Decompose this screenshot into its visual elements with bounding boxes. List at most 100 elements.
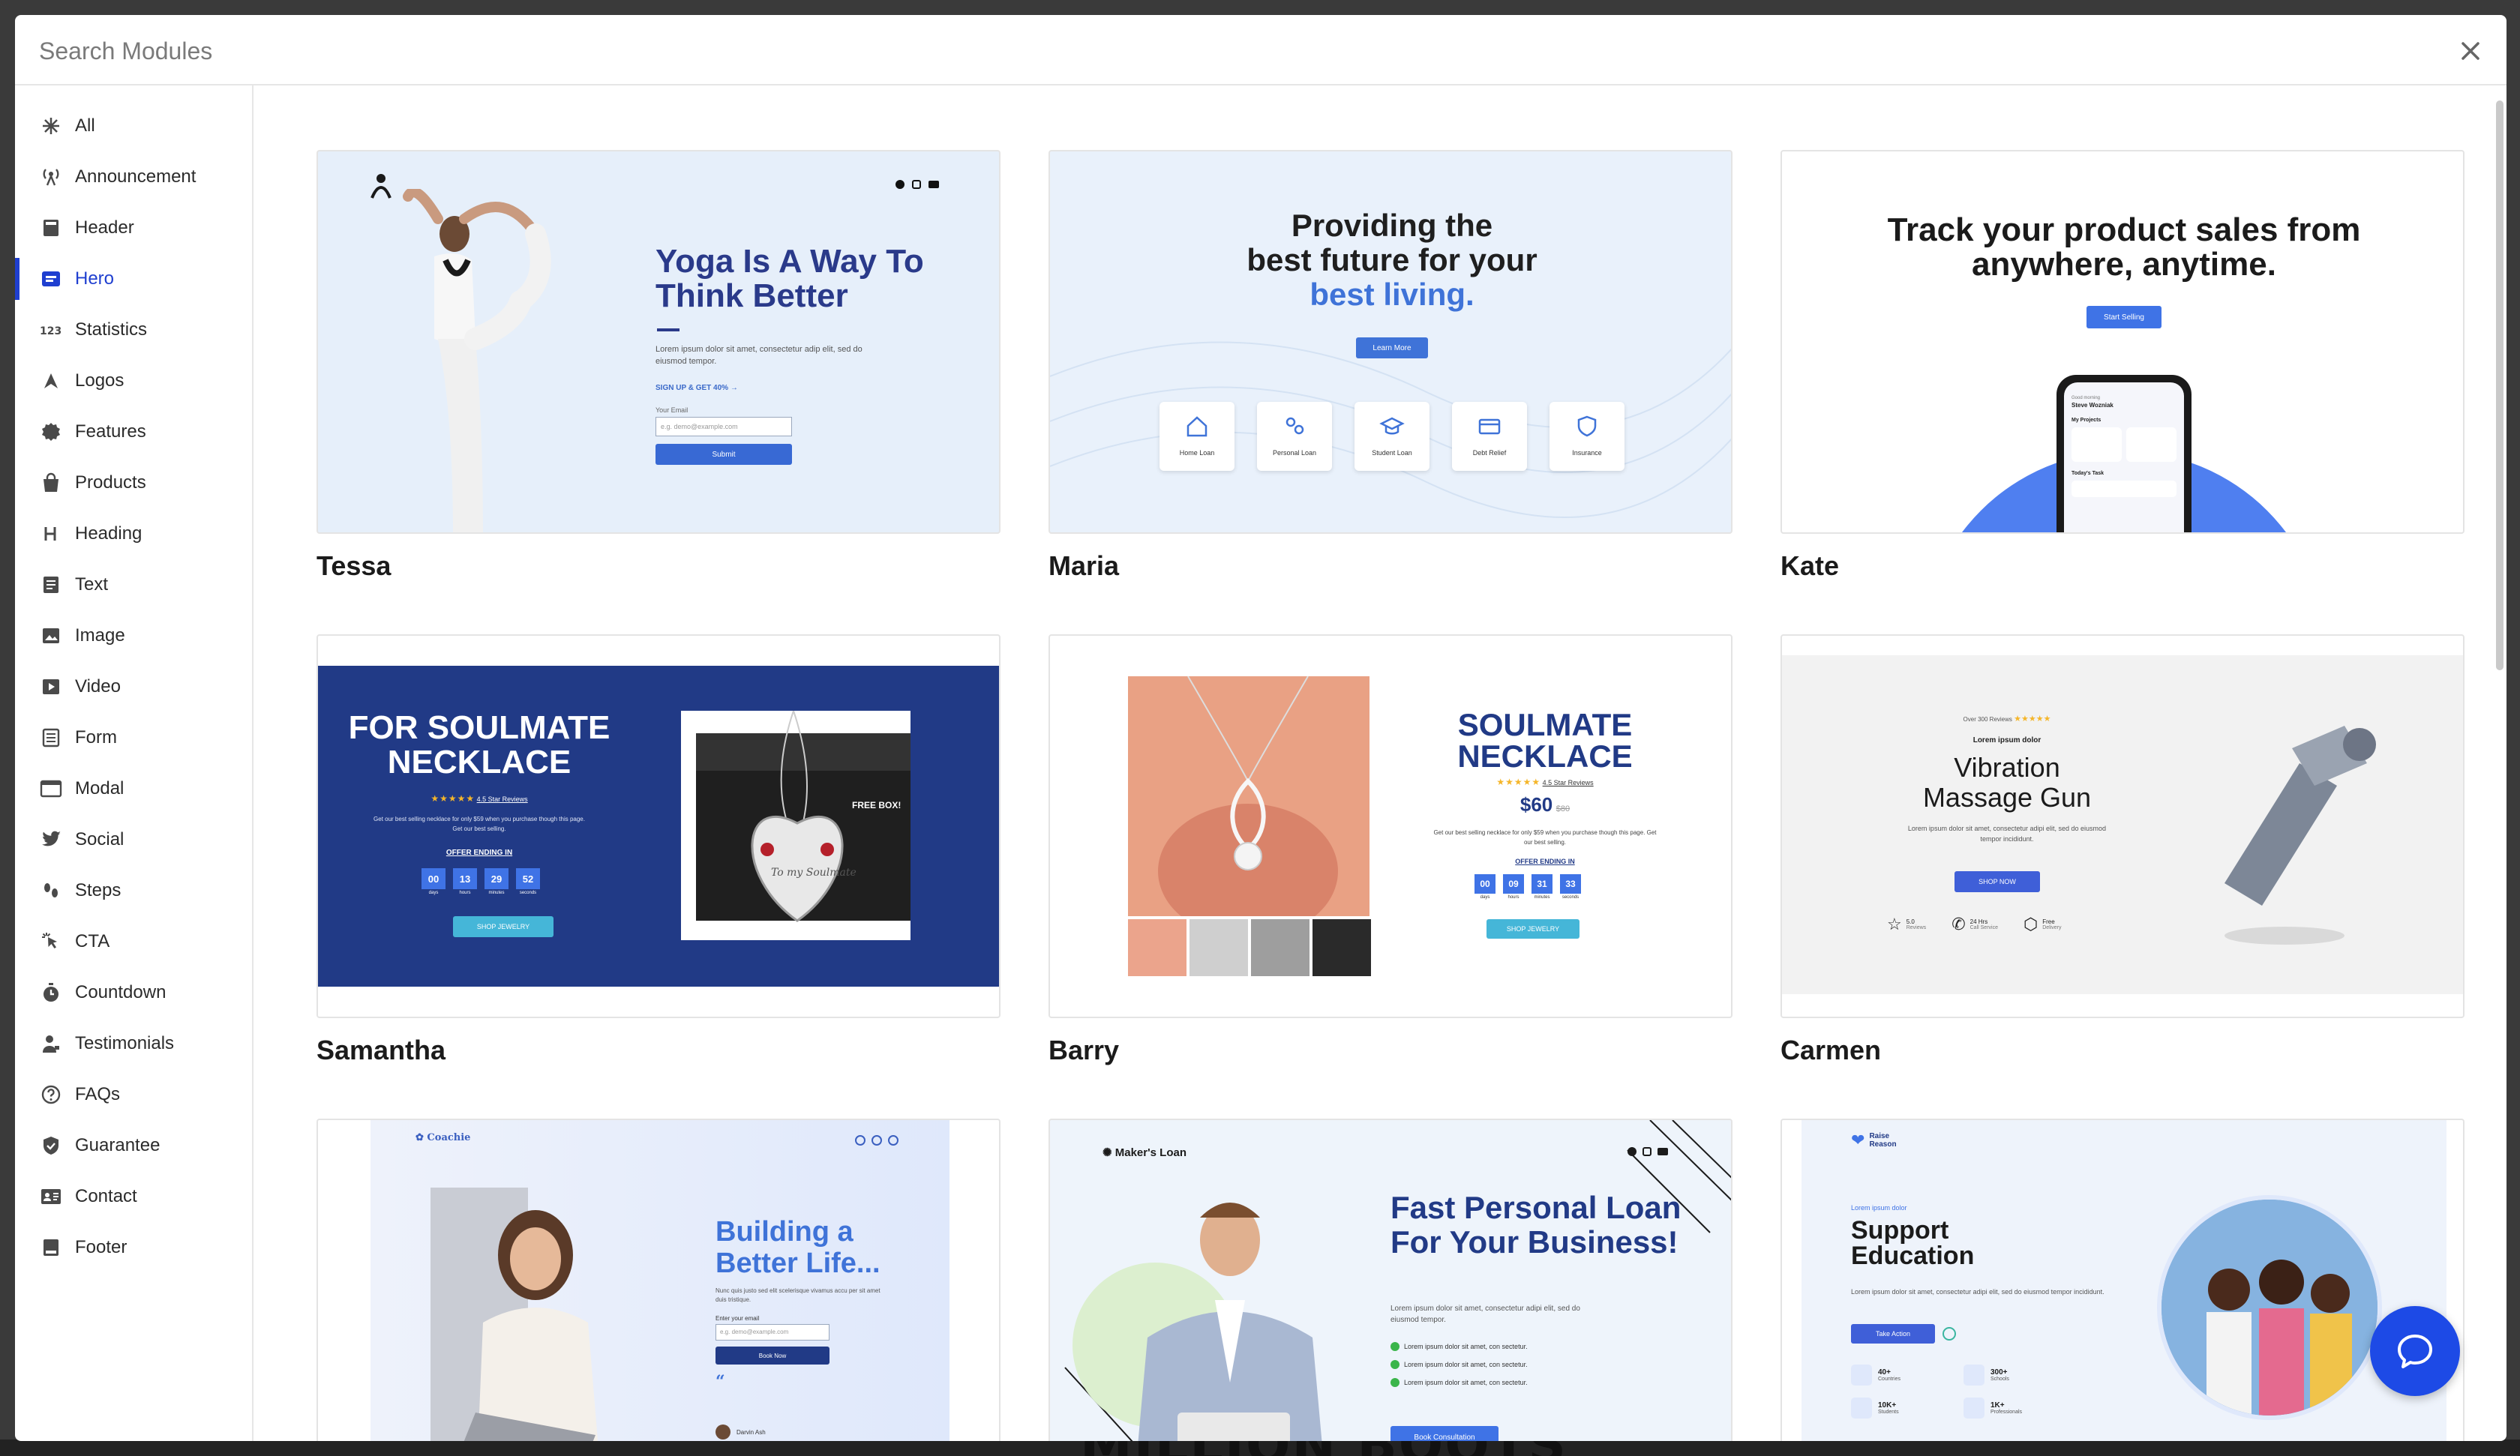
timer-unit: days (1480, 895, 1490, 900)
module-card-raise-reason[interactable]: ❤ Raise Reason Lorem ipsum dolor Support E… (1780, 1119, 2464, 1441)
sidebar-item-header[interactable]: Header (15, 202, 252, 253)
facebook-icon (1628, 1147, 1636, 1156)
phone-project-cards (2072, 427, 2176, 462)
timer-unit: hours (1508, 895, 1520, 900)
module-thumbnail[interactable]: ✿ Coachie Building a Better Life... Nunc… (316, 1119, 1000, 1441)
school-icon (1964, 1365, 1984, 1386)
module-card-barry[interactable]: SOULMATE NECKLACE ★★★★★ 4.5 Star Reviews… (1048, 634, 1732, 1066)
sidebar-item-countdown[interactable]: Countdown (15, 967, 252, 1018)
module-card-maria[interactable]: Providing the best future for your best … (1048, 150, 1732, 582)
sidebar-item-announcement[interactable]: Announcement (15, 151, 252, 202)
learn-more-button: Learn More (1356, 337, 1428, 358)
sidebar-item-modal[interactable]: Modal (15, 763, 252, 814)
search-modules-input[interactable] (39, 31, 1239, 70)
sidebar-item-guarantee[interactable]: Guarantee (15, 1120, 252, 1171)
timer-unit: minutes (488, 891, 505, 895)
sidebar-item-products[interactable]: Products (15, 457, 252, 508)
timer-minutes: 31 (1532, 874, 1552, 894)
close-button[interactable] (2454, 34, 2487, 67)
sidebar-item-heading[interactable]: Heading (15, 508, 252, 559)
module-thumbnail[interactable]: ❤ Raise Reason Lorem ipsum dolor Support E… (1780, 1119, 2464, 1441)
module-card-samantha[interactable]: FOR SOULMATE NECKLACE ★★★★★ 4.5 Star Rev… (316, 634, 1000, 1066)
sidebar-item-label: Announcement (75, 166, 196, 187)
avatar (716, 1425, 730, 1440)
check-circle-icon (1390, 1378, 1400, 1387)
book-consultation-button: Book Consultation (1390, 1426, 1498, 1441)
module-card-makers-loan[interactable]: ✺ Maker's Loan Fast Personal Loan For Yo… (1048, 1119, 1732, 1441)
module-card-carmen[interactable]: Over 300 Reviews ★★★★★ Lorem ipsum dolor… (1780, 634, 2464, 1066)
module-thumbnail[interactable]: FOR SOULMATE NECKLACE ★★★★★ 4.5 Star Rev… (316, 634, 1000, 1018)
email-input: e.g. demo@example.com (716, 1324, 830, 1341)
feature-label: Reviews (1906, 925, 1927, 930)
hero-heading: Building a Better Life... (716, 1216, 880, 1279)
help-chat-button[interactable] (2370, 1306, 2460, 1396)
checklist-item: Lorem ipsum dolor sit amet, con sectetur… (1390, 1378, 1528, 1387)
sidebar-item-testimonials[interactable]: Testimonials (15, 1018, 252, 1069)
module-thumbnail[interactable]: Providing the best future for your best … (1048, 150, 1732, 534)
module-thumbnail[interactable]: Over 300 Reviews ★★★★★ Lorem ipsum dolor… (1780, 634, 2464, 1018)
sidebar-item-faqs[interactable]: FAQs (15, 1069, 252, 1120)
facebook-icon (855, 1135, 866, 1146)
sidebar-item-cta[interactable]: CTA (15, 916, 252, 967)
sidebar-item-all[interactable]: All (15, 100, 252, 151)
project-card (2072, 427, 2122, 462)
hero-body: Get our best selling necklace for only $… (374, 816, 585, 832)
sidebar-item-hero[interactable]: Hero (15, 253, 252, 304)
hero-heading-line-2: best future for your (1246, 242, 1538, 277)
sidebar-item-image[interactable]: Image (15, 610, 252, 661)
sidebar-item-logos[interactable]: Logos (15, 355, 252, 406)
brand-name: Coachie (427, 1132, 471, 1143)
hero-heading: Yoga Is A Way To Think Better (656, 243, 924, 314)
sidebar-item-footer[interactable]: Footer (15, 1222, 252, 1273)
module-thumbnail[interactable]: Yoga Is A Way To Think Better Lorem ipsu… (316, 150, 1000, 534)
sidebar-item-social[interactable]: Social (15, 814, 252, 865)
product-thumbnail-1 (1128, 919, 1186, 976)
logo-icon (39, 369, 63, 393)
sidebar-item-form[interactable]: Form (15, 712, 252, 763)
question-icon (39, 1083, 63, 1107)
checklist-text: Lorem ipsum dolor sit amet, con sectetur… (1404, 1361, 1528, 1368)
heading-icon (39, 522, 63, 546)
box-icon: ⬡ (2023, 915, 2038, 933)
brand-name-line-1: Raise (1869, 1132, 1890, 1140)
sidebar-item-video[interactable]: Video (15, 661, 252, 712)
steps-icon (39, 879, 63, 903)
tile-insurance: Insurance (1550, 402, 1624, 471)
sidebar-item-label: All (75, 115, 95, 136)
hero-heading-line-1: Providing the (1291, 208, 1493, 243)
submit-button: Submit (656, 444, 792, 465)
module-picker-modal: All Announcement Header Hero 123 Statisti… (15, 15, 2506, 1441)
necklace-box-image: FREE BOX! To my Soulmate (681, 711, 910, 940)
module-thumbnail[interactable]: ✺ Maker's Loan Fast Personal Loan For Yo… (1048, 1119, 1732, 1441)
tile-label: Student Loan (1372, 449, 1412, 457)
stat-value: 10K+ (1878, 1401, 1897, 1410)
check-circle-icon (1390, 1342, 1400, 1351)
modal-icon (39, 777, 63, 801)
facebook-icon (896, 180, 904, 189)
sidebar-item-steps[interactable]: Steps (15, 865, 252, 916)
feature-badges: ☆ 5.0 Reviews ✆ 24 Hrs Call Service ⬡ Free Del… (1887, 915, 2062, 934)
module-card-coachie[interactable]: ✿ Coachie Building a Better Life... Nunc… (316, 1119, 1000, 1441)
project-card (2126, 427, 2176, 462)
sidebar-item-contact[interactable]: Contact (15, 1171, 252, 1222)
sidebar-item-features[interactable]: Features (15, 406, 252, 457)
email-input: e.g. demo@example.com (656, 417, 792, 436)
product-thumbnail-2 (1190, 919, 1248, 976)
module-card-kate[interactable]: Track your product sales from anywhere, … (1780, 150, 2464, 582)
woman-laptop-image (430, 1188, 656, 1441)
module-category-sidebar: All Announcement Header Hero 123 Statisti… (15, 85, 254, 1441)
timer-days: 00 (422, 868, 446, 889)
sidebar-item-text[interactable]: Text (15, 559, 252, 610)
content-scrollbar[interactable] (2496, 100, 2504, 670)
offer-label: OFFER ENDING IN (446, 849, 513, 857)
sidebar-item-statistics[interactable]: 123 Statistics (15, 304, 252, 355)
module-thumbnail[interactable]: Track your product sales from anywhere, … (1780, 150, 2464, 534)
module-card-tessa[interactable]: Yoga Is A Way To Think Better Lorem ipsu… (316, 150, 1000, 582)
hero-kicker: Lorem ipsum dolor (1972, 736, 2042, 744)
module-thumbnail[interactable]: SOULMATE NECKLACE ★★★★★ 4.5 Star Reviews… (1048, 634, 1732, 1018)
shop-jewelry-button: SHOP JEWELRY (453, 916, 554, 937)
credit-card-icon (1478, 418, 1501, 435)
feature-delivery: ⬡ Free Delivery (2024, 915, 2062, 934)
graduation-cap-icon (1379, 417, 1405, 435)
old-price: $80 (1556, 804, 1570, 813)
